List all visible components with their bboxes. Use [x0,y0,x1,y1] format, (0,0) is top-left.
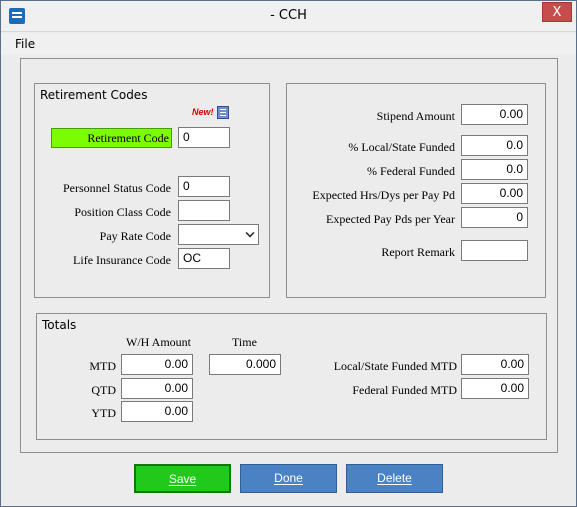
expected-hrs-field[interactable]: 0.00 [461,183,528,204]
ytd-label: YTD [91,406,116,420]
stipend-amount-field[interactable]: 0.00 [461,104,528,125]
personnel-status-label: Personnel Status Code [63,181,171,195]
mtd-label: MTD [89,359,116,373]
cch-window: - CCH X File Retirement Codes New! Retir… [0,0,577,507]
local-state-funded-label: % Local/State Funded [348,140,455,154]
menu-file[interactable]: File [15,37,35,51]
time-header: Time [232,335,257,349]
title-bar[interactable]: - CCH X [1,1,576,32]
menu-bar: File [1,33,576,55]
ytd-amount-field[interactable]: 0.00 [121,401,193,422]
qtd-amount-field[interactable]: 0.00 [121,378,193,399]
chevron-down-icon [245,228,255,238]
qtd-label: QTD [91,383,116,397]
local-state-mtd-field[interactable]: 0.00 [461,354,529,375]
position-class-label: Position Class Code [74,205,171,219]
local-state-funded-field[interactable]: 0.0 [461,135,528,156]
close-button[interactable]: X [542,2,572,22]
report-remark-label: Report Remark [381,245,455,259]
federal-mtd-field[interactable]: 0.00 [461,378,529,399]
retirement-codes-title: Retirement Codes [40,88,148,102]
retirement-code-field[interactable]: 0 [178,127,230,148]
federal-funded-label: % Federal Funded [367,164,455,178]
save-button[interactable]: Save [134,464,231,493]
expected-pay-pds-field[interactable]: 0 [461,207,528,228]
pay-rate-select[interactable] [178,224,259,245]
stipend-amount-label: Stipend Amount [376,109,455,123]
totals-title: Totals [42,318,77,332]
life-insurance-label: Life Insurance Code [73,253,171,267]
personnel-status-field[interactable]: 0 [178,176,230,197]
new-badge[interactable]: New! [192,107,214,117]
delete-button[interactable]: Delete [346,464,443,493]
wh-amount-header: W/H Amount [126,335,191,349]
retirement-code-label: Retirement Code [51,128,172,148]
expected-pay-pds-label: Expected Pay Pds per Year [326,212,455,226]
done-button[interactable]: Done [240,464,337,493]
life-insurance-field[interactable]: OC [178,248,230,269]
expected-hrs-label: Expected Hrs/Dys per Pay Pd [312,188,455,202]
mtd-time-field[interactable]: 0.000 [209,354,281,375]
federal-funded-field[interactable]: 0.0 [461,159,528,180]
position-class-field[interactable] [178,200,230,221]
federal-mtd-label: Federal Funded MTD [352,383,457,397]
book-icon[interactable] [217,106,229,119]
local-state-mtd-label: Local/State Funded MTD [333,359,457,373]
pay-rate-label: Pay Rate Code [99,229,171,243]
window-title: - CCH [270,8,307,23]
report-remark-field[interactable] [461,240,528,261]
mtd-amount-field[interactable]: 0.00 [121,354,193,375]
